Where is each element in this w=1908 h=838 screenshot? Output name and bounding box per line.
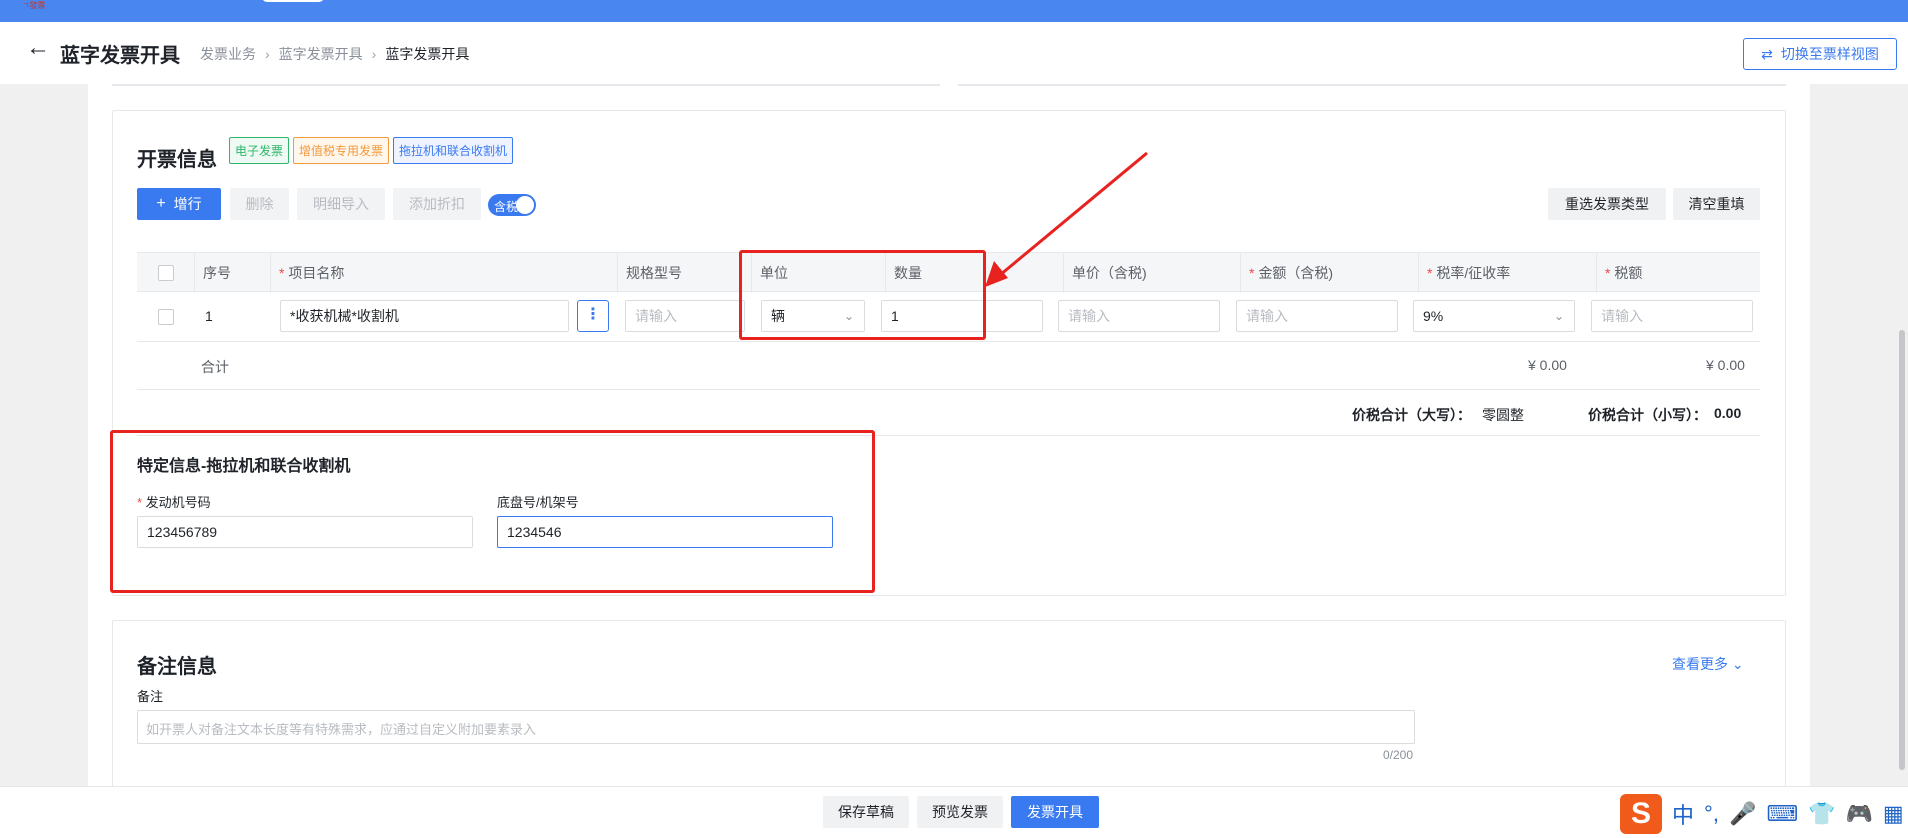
right-gutter (1810, 84, 1908, 786)
annotation-arrow-icon (985, 151, 1148, 287)
delete-button[interactable]: 删除 (230, 188, 289, 220)
previous-card-edge (958, 84, 1786, 86)
remarks-counter: 0/200 (1383, 748, 1414, 762)
chevron-down-icon: ⌄ (1731, 656, 1744, 672)
skin-shirt-icon[interactable]: 👕 (1808, 801, 1835, 827)
swap-icon: ⇄ (1761, 45, 1773, 62)
tax-rate-value: 9% (1423, 308, 1444, 324)
sum-amount: ¥ 0.00 (1528, 357, 1567, 373)
required-mark: * (279, 265, 289, 281)
remarks-title: 备注信息 (137, 656, 217, 678)
col-index: 序号 (195, 253, 271, 293)
toggle-knob (516, 196, 534, 214)
spec-input[interactable]: 请输入 (625, 300, 745, 332)
total-lower-value: 0.00 (1714, 405, 1742, 421)
amount-input[interactable]: 请输入 (1236, 300, 1398, 332)
page-header: ← 蓝字发票开具 发票业务 › 蓝字发票开具 › 蓝字发票开具 ⇄ 切换至票样视图 (0, 22, 1908, 84)
microphone-icon[interactable]: 🎤 (1729, 801, 1756, 827)
top-bar: ㄱ發票 (0, 0, 1908, 22)
page-title: 蓝字发票开具 (60, 45, 180, 67)
issue-invoice-button[interactable]: 发票开具 (1011, 796, 1099, 828)
switch-view-label: 切换至票样视图 (1780, 46, 1879, 62)
tag-electronic-invoice: 电子发票 (229, 137, 290, 164)
col-tax-rate: * 税率/征收率 (1419, 253, 1597, 293)
item-name-input[interactable]: *收获机械*收割机 (280, 300, 569, 332)
tag-tractor-harvester: 拖拉机和联合收割机 (393, 137, 514, 164)
annotation-box-unit-quantity (739, 250, 986, 340)
breadcrumb-separator-icon: › (265, 46, 270, 62)
remarks-textarea[interactable]: 如开票人对备注文本长度等有特殊需求，应通过自定义附加要素录入 (137, 710, 1415, 744)
col-amount: * 金额（含税) (1241, 253, 1419, 293)
gamepad-icon[interactable]: 🎮 (1846, 801, 1873, 827)
add-row-button[interactable]: + 增行 (137, 188, 221, 220)
select-all-cell (137, 253, 195, 293)
col-tax: * 税额 (1597, 253, 1760, 293)
remarks-label: 备注 (137, 689, 164, 704)
invoice-info-title: 开票信息 (137, 149, 217, 171)
app-logo: ㄱ發票 (22, 1, 46, 10)
sogou-logo-icon[interactable]: S (1620, 794, 1662, 834)
sum-tax: ¥ 0.00 (1706, 357, 1745, 373)
select-all-checkbox[interactable] (158, 265, 174, 281)
breadcrumb: 发票业务 › 蓝字发票开具 › 蓝字发票开具 (200, 44, 469, 64)
sum-row: 合计 (137, 342, 1760, 390)
sum-label: 合计 (201, 359, 229, 375)
preview-invoice-button[interactable]: 预览发票 (917, 796, 1003, 828)
view-more-link[interactable]: 查看更多 ⌄ (1672, 654, 1744, 674)
toolbox-grid-icon[interactable]: ▦ (1883, 801, 1904, 827)
switch-view-button[interactable]: ⇄ 切换至票样视图 (1743, 38, 1897, 70)
clear-refill-button[interactable]: 清空重填 (1673, 188, 1760, 220)
col-item-name-label: 项目名称 (288, 265, 345, 281)
unit-price-input[interactable]: 请输入 (1058, 300, 1220, 332)
more-options-icon[interactable]: ⋮ (577, 300, 609, 332)
save-draft-button[interactable]: 保存草稿 (823, 796, 909, 828)
col-tax-label: 税额 (1614, 265, 1643, 281)
col-spec: 规格型号 (618, 253, 752, 293)
add-discount-button[interactable]: 添加折扣 (393, 188, 481, 220)
total-lower-label: 价税合计（小写）： (1588, 407, 1707, 423)
keyboard-icon[interactable]: ⌨ (1766, 801, 1798, 827)
tax-rate-select[interactable]: 9% ⌄ (1413, 300, 1575, 332)
top-bar-pill[interactable] (262, 0, 324, 2)
total-upper-label: 价税合计（大写）： (1352, 407, 1471, 423)
tax-included-toggle[interactable]: 含税 (488, 194, 536, 216)
ime-language-toggle[interactable]: 中 (1672, 798, 1694, 830)
total-upper-value: 零圆整 (1482, 407, 1524, 423)
tax-amount-input[interactable]: 请输入 (1591, 300, 1753, 332)
required-mark: * (1605, 265, 1615, 281)
add-row-label: 增行 (173, 196, 202, 212)
view-more-label: 查看更多 (1672, 656, 1728, 672)
detail-import-button[interactable]: 明细导入 (297, 188, 385, 220)
previous-card-edge (112, 84, 940, 86)
scrollbar-thumb[interactable] (1899, 330, 1905, 770)
col-tax-rate-label: 税率/征收率 (1436, 265, 1511, 281)
ime-punctuation-toggle[interactable]: °, (1704, 801, 1719, 827)
breadcrumb-current: 蓝字发票开具 (385, 46, 470, 62)
tag-vat-special: 增值税专用发票 (293, 137, 390, 164)
breadcrumb-item[interactable]: 发票业务 (200, 46, 256, 62)
row-checkbox[interactable] (158, 309, 174, 325)
tax-included-label: 含税 (494, 200, 519, 214)
required-mark: * (1249, 265, 1259, 281)
reselect-invoice-type-button[interactable]: 重选发票类型 (1548, 188, 1666, 220)
left-gutter (0, 84, 88, 786)
required-mark: * (1427, 265, 1437, 281)
chevron-down-icon: ⌄ (1553, 309, 1564, 323)
row-index: 1 (205, 308, 213, 324)
col-amount-label: 金额（含税) (1258, 265, 1334, 281)
breadcrumb-item[interactable]: 蓝字发票开具 (279, 46, 363, 62)
ime-toolbar: S 中 °, 🎤 ⌨ 👕 🎮 ▦ (1620, 794, 1904, 834)
breadcrumb-separator-icon: › (371, 46, 377, 62)
annotation-box-special-info (110, 430, 875, 593)
back-arrow-icon[interactable]: ← (26, 36, 50, 60)
col-item-name: * 项目名称 (271, 253, 618, 293)
plus-icon: + (156, 195, 166, 212)
